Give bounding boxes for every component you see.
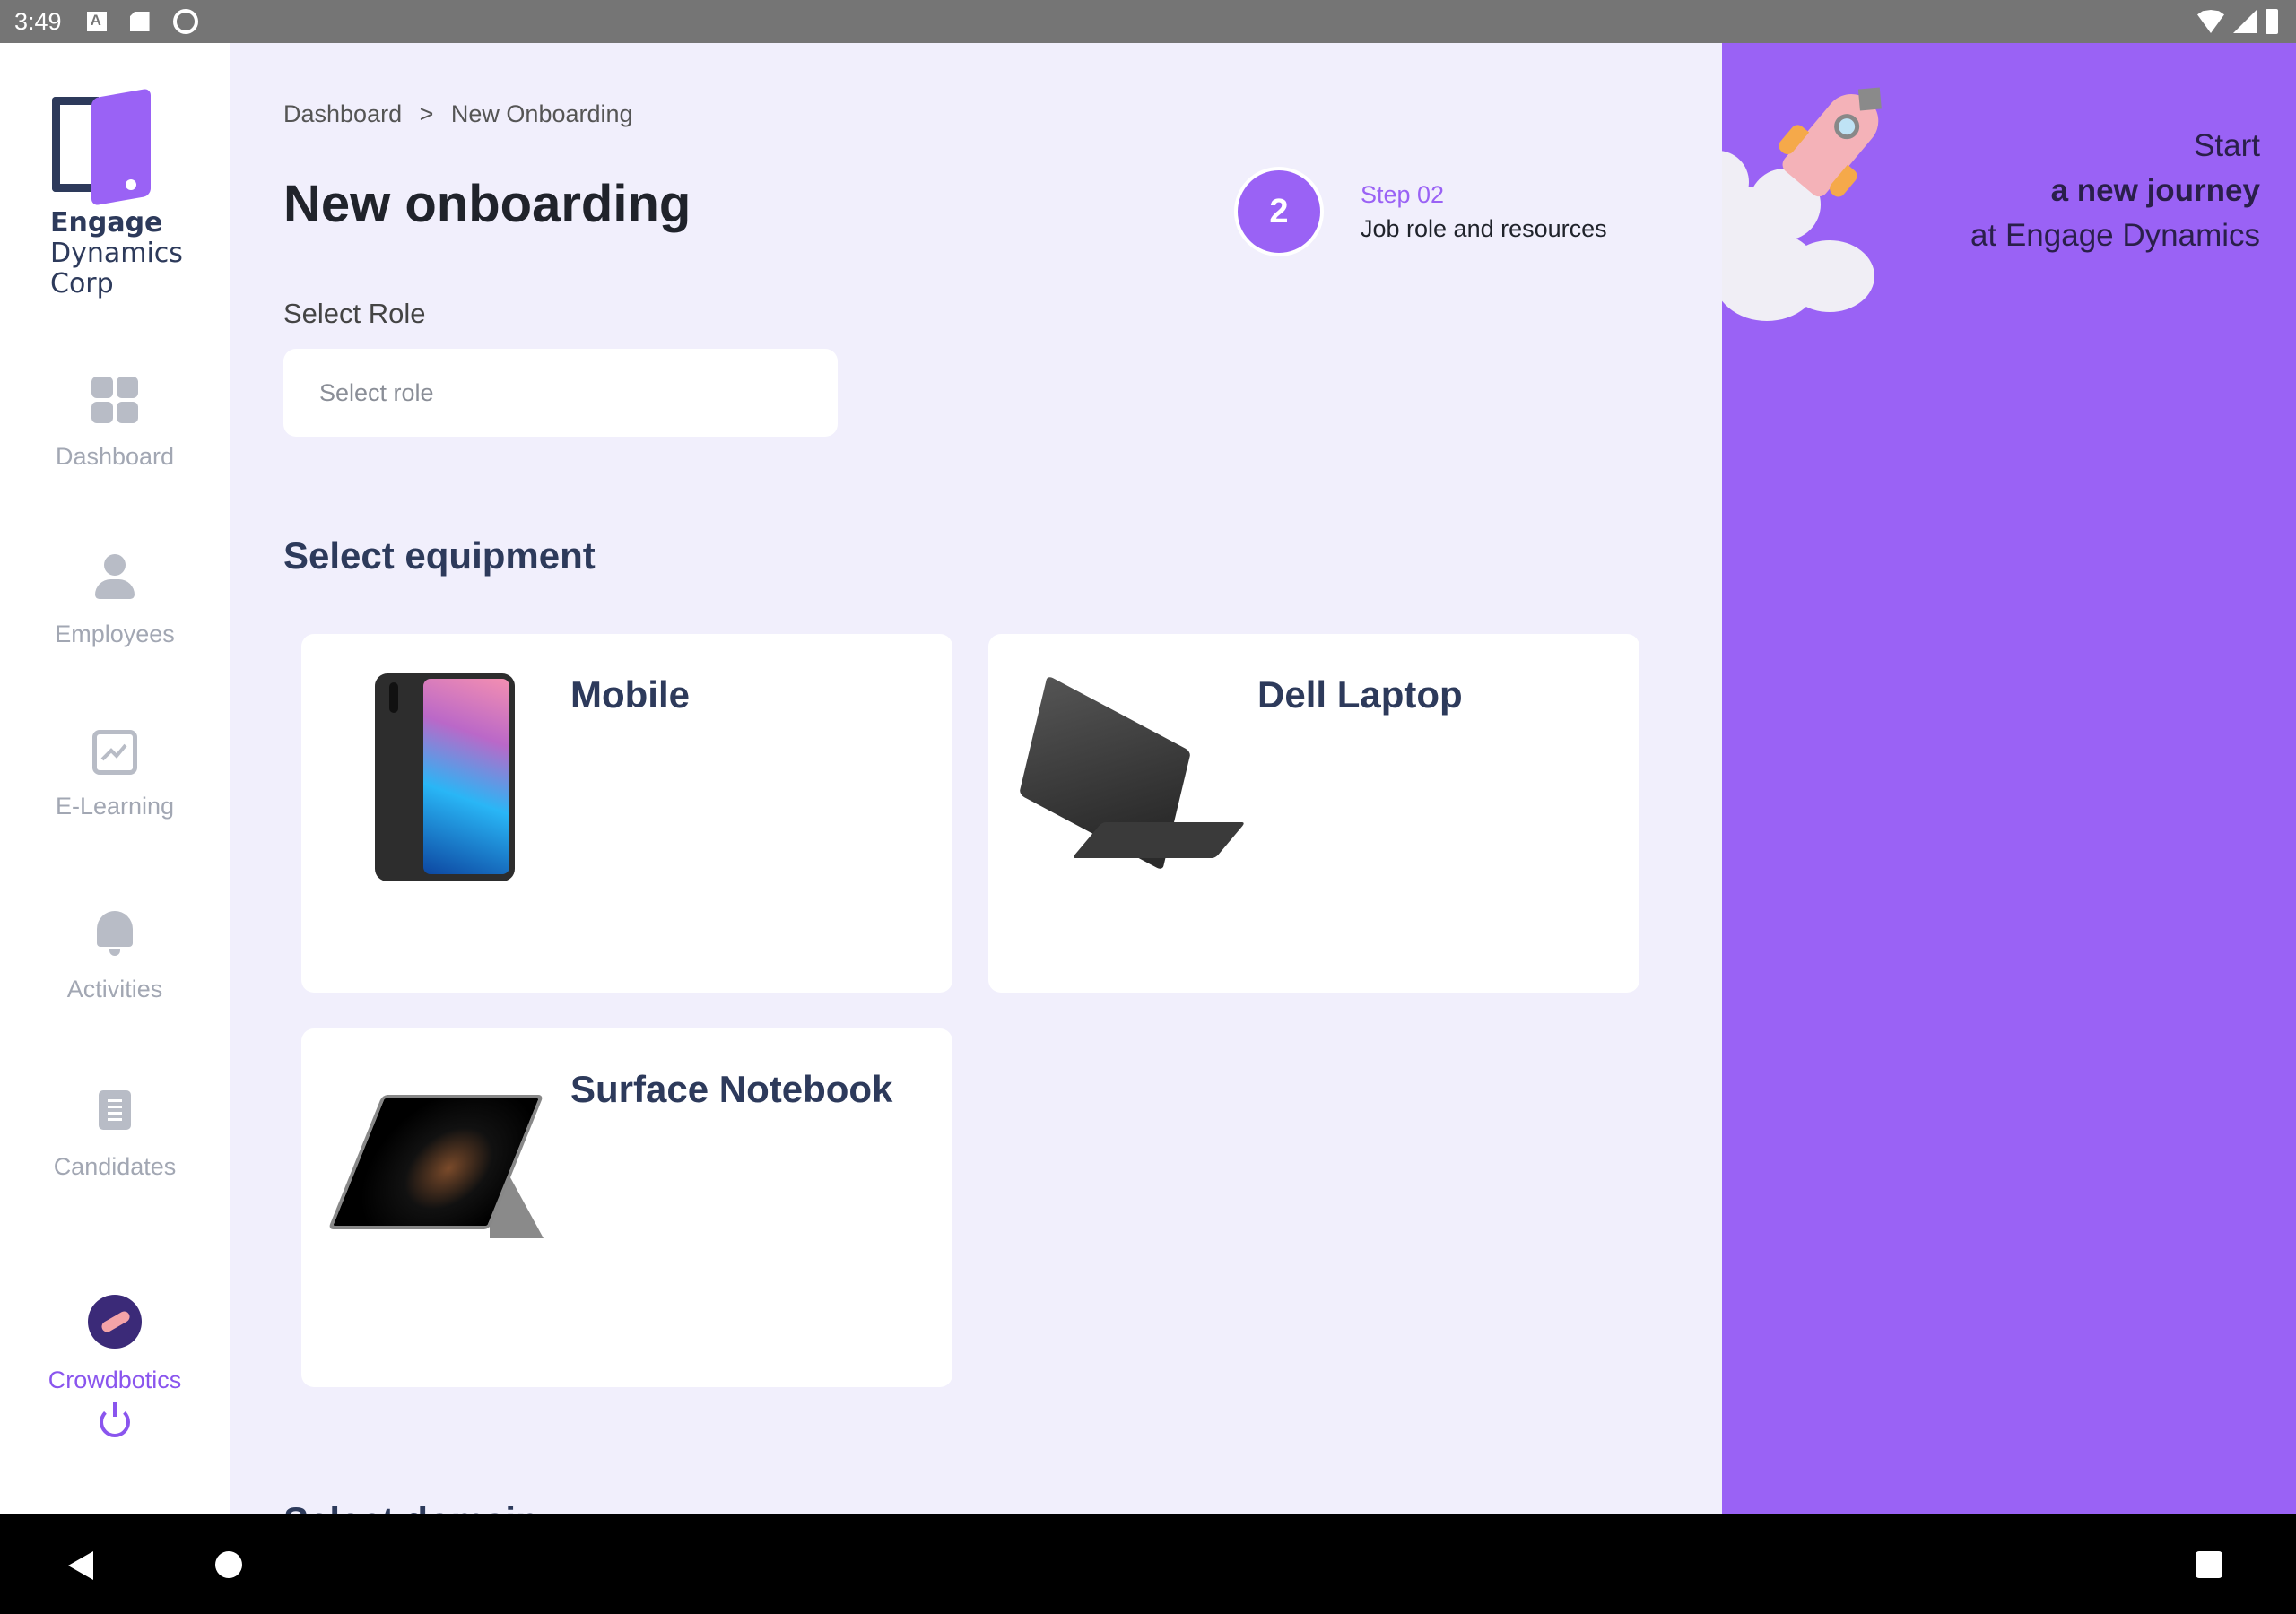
person-icon <box>90 552 140 603</box>
equipment-card-title: Mobile <box>570 673 690 716</box>
brand-line1: Engage <box>50 207 163 239</box>
mobile-phone-image <box>375 673 515 881</box>
step-label: Step 02 <box>1361 181 1445 208</box>
breadcrumb-dashboard[interactable]: Dashboard <box>283 100 402 127</box>
signal-icon <box>2233 10 2257 33</box>
main-content: Dashboard > New Onboarding New onboardin… <box>230 43 1722 1514</box>
dashboard-grid-icon <box>90 375 140 425</box>
status-bar: 3:49 <box>0 0 2296 43</box>
sidebar-item-label: Dashboard <box>55 443 175 470</box>
laptop-image <box>1019 674 1246 876</box>
battery-icon <box>2266 9 2278 34</box>
step-number-badge: 2 <box>1238 170 1320 253</box>
breadcrumb-current: New Onboarding <box>450 100 633 127</box>
user-name[interactable]: Crowdbotics <box>0 1367 230 1394</box>
equipment-card-title: Surface Notebook <box>570 1068 893 1110</box>
next-section-title: Select domain <box>283 1499 539 1514</box>
system-navigation-bar <box>0 1514 2296 1614</box>
promo-line3: at Engage Dynamics <box>1970 218 2260 253</box>
sidebar-item-candidates[interactable]: Candidates <box>0 1085 230 1181</box>
sidebar-item-label: E-Learning <box>55 793 175 820</box>
bell-icon <box>90 907 140 958</box>
sync-icon <box>172 9 198 34</box>
document-icon <box>90 1085 140 1135</box>
sidebar-item-label: Candidates <box>53 1153 177 1180</box>
recent-apps-icon[interactable] <box>2196 1551 2222 1578</box>
brand-line2: Dynamics <box>50 238 183 269</box>
sidebar: Engage Dynamics Corp Dashboard Employees… <box>0 43 230 1514</box>
keyboard-a-icon <box>86 12 107 31</box>
avatar[interactable] <box>88 1295 142 1349</box>
equipment-card-surface-notebook[interactable]: Surface Notebook <box>301 1028 952 1387</box>
tablet-image <box>327 1086 552 1247</box>
brand-line3: Corp <box>50 268 114 299</box>
sidebar-item-activities[interactable]: Activities <box>0 907 230 1003</box>
equipment-card-dell-laptop[interactable]: Dell Laptop <box>988 634 1639 993</box>
breadcrumb-separator: > <box>419 100 434 127</box>
sd-card-icon <box>129 12 150 31</box>
wifi-icon <box>2197 10 2224 33</box>
equipment-section-title: Select equipment <box>283 534 596 577</box>
promo-tagline: Start a new journey at Engage Dynamics <box>1970 124 2260 258</box>
brand-logo[interactable]: Engage Dynamics Corp <box>50 68 185 299</box>
select-role-placeholder: Select role <box>319 378 434 406</box>
promo-line1: Start <box>2194 128 2260 163</box>
step-description: Job role and resources <box>1361 215 1607 242</box>
promo-line2: a new journey <box>2050 173 2260 208</box>
home-icon[interactable] <box>215 1551 242 1578</box>
user-profile: Crowdbotics <box>0 1295 230 1437</box>
rocket-illustration <box>1722 70 1919 321</box>
status-right <box>2197 9 2278 34</box>
back-icon[interactable] <box>68 1551 93 1580</box>
sidebar-item-employees[interactable]: Employees <box>0 552 230 648</box>
equipment-card-title: Dell Laptop <box>1257 673 1463 716</box>
breadcrumb: Dashboard > New Onboarding <box>283 100 633 128</box>
sidebar-item-label: Activities <box>66 976 163 1002</box>
sidebar-item-elearning[interactable]: E-Learning <box>0 730 230 820</box>
power-icon[interactable] <box>100 1402 130 1437</box>
sidebar-item-dashboard[interactable]: Dashboard <box>0 375 230 471</box>
promo-panel: Start a new journey at Engage Dynamics <box>1722 43 2296 1514</box>
brand-name: Engage Dynamics Corp <box>50 208 185 299</box>
door-logo-icon <box>50 68 158 206</box>
select-role-dropdown[interactable]: Select role <box>283 349 838 437</box>
sidebar-item-label: Employees <box>55 620 175 647</box>
status-time: 3:49 <box>14 7 62 35</box>
select-role-label: Select Role <box>283 298 426 329</box>
equipment-card-mobile[interactable]: Mobile <box>301 634 952 993</box>
chart-icon <box>92 730 137 775</box>
page-title: New onboarding <box>283 175 691 233</box>
